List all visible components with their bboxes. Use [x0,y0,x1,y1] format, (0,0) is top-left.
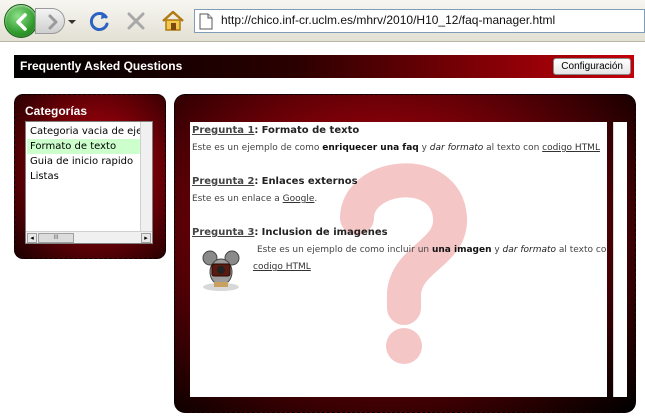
answer-link[interactable]: codigo HTML [542,143,600,153]
category-item[interactable]: Categoria vacia de ejer [27,124,141,139]
page-icon [199,13,213,30]
answer-bold: una imagen [431,245,492,255]
chevron-down-icon [68,20,76,24]
categories-title: Categorías [25,104,88,118]
faq-content[interactable]: Pregunta 1: Formato de texto Este es un … [190,122,607,397]
scroll-thumb[interactable]: III [38,233,74,243]
question-title: Inclusion de imagenes [261,227,388,238]
faq-question-1[interactable]: Pregunta 1: Formato de texto [192,125,359,136]
faq-question-2[interactable]: Pregunta 2: Enlaces externos [192,176,358,187]
question-title: Enlaces externos [261,176,358,187]
question-separator: : [254,125,259,136]
stop-button[interactable] [124,9,148,33]
category-item[interactable]: Listas [27,169,141,184]
mouse-with-camera-image [202,250,240,291]
page-title: Frequently Asked Questions [20,59,183,73]
faq-answer-1: Este es un ejemplo de como enriquecer un… [192,143,600,153]
categories-list[interactable]: Categoria vacia de ejer Formato de texto… [25,121,153,244]
back-button[interactable] [4,4,38,38]
page-header: Frequently Asked Questions Configuración [14,55,634,78]
answer-text: Este es un ejemplo de como [192,143,323,153]
question-separator: : [254,227,259,238]
scroll-left-arrow-icon[interactable]: ◂ [27,233,37,243]
answer-bold: enriquecer una faq [322,143,419,153]
answer-text: al texto con [483,143,543,153]
answer-text: y [418,143,430,153]
url-text[interactable]: http://chico.inf-cr.uclm.es/mhrv/2010/H1… [221,13,555,27]
faq-vertical-scrollbar[interactable] [613,122,627,397]
answer-text: Este es un enlace a [192,194,283,204]
configuration-button[interactable]: Configuración [553,58,631,75]
address-bar[interactable]: http://chico.inf-cr.uclm.es/mhrv/2010/H1… [194,9,645,33]
answer-italic: dar formato [502,245,557,255]
answer-text: y [491,245,503,255]
category-item[interactable]: Guia de inicio rapido [27,154,141,169]
faq-answer-2: Este es un enlace a Google. [192,194,317,204]
answer-text: Este es un ejemplo de como incluir un [257,245,432,255]
categories-horizontal-scrollbar[interactable]: ◂ III ▸ [26,231,152,243]
question-number[interactable]: Pregunta 1 [192,125,254,136]
category-item-selected[interactable]: Formato de texto [27,139,141,154]
answer-text: al texto con [556,245,607,255]
forward-button[interactable] [35,8,65,34]
question-number[interactable]: Pregunta 2 [192,176,254,187]
answer-text: . [314,194,318,204]
scroll-right-arrow-icon[interactable]: ▸ [141,233,151,243]
stop-icon [127,12,145,30]
question-title: Formato de texto [261,125,360,136]
history-dropdown-button[interactable] [65,8,79,34]
home-button[interactable] [160,8,186,34]
categories-vertical-scrollbar[interactable] [140,122,152,232]
question-number[interactable]: Pregunta 3 [192,227,254,238]
reload-button[interactable] [88,9,112,33]
answer-link[interactable]: Google [283,194,315,204]
answer-link[interactable]: codigo HTML [253,262,311,272]
answer-italic: dar formato [429,143,484,153]
faq-answer-3: Este es un ejemplo de como incluir un un… [257,245,607,255]
question-separator: : [254,176,259,187]
faq-answer-3-link-line: codigo HTML [253,262,311,272]
back-arrow-icon [16,13,27,31]
reload-icon [89,12,109,31]
home-icon [162,10,184,31]
browser-toolbar: http://chico.inf-cr.uclm.es/mhrv/2010/H1… [0,0,645,42]
faq-question-3[interactable]: Pregunta 3: Inclusion de imagenes [192,227,388,238]
question-mark-watermark-icon [340,163,467,364]
forward-arrow-icon [48,14,58,30]
